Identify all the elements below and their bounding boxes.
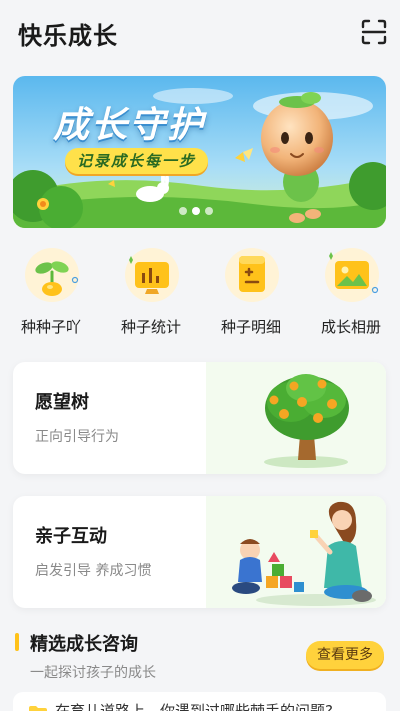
scan-icon: [361, 19, 387, 45]
see-more-button[interactable]: 查看更多: [306, 641, 384, 669]
banner-pagination: [179, 207, 213, 215]
section-title: 精选成长咨询: [30, 634, 138, 655]
banner-title: 成长守护: [53, 105, 206, 146]
consult-item-title: 在育儿道路上，你遇到过哪些棘手的问题?: [55, 702, 333, 711]
wish-tree-card[interactable]: 愿望树 正向引导行为: [13, 362, 386, 474]
section-accent-bar: [15, 633, 19, 651]
card-title: 亲子互动: [35, 526, 107, 547]
stats-icon: [125, 248, 179, 302]
quick-actions: 种种子吖 种子统计 种子明细 成长相册: [0, 244, 400, 344]
page-title: 快乐成长: [18, 22, 118, 50]
section-subtitle: 一起探讨孩子的成长: [30, 665, 156, 681]
app-header: 快乐成长: [0, 0, 400, 66]
pagination-dot[interactable]: [205, 207, 213, 215]
quick-action-growth-album[interactable]: 成长相册: [306, 244, 396, 344]
consult-list-item[interactable]: 在育儿道路上，你遇到过哪些棘手的问题?: [13, 692, 386, 711]
quick-action-plant-seed[interactable]: 种种子吖: [6, 244, 96, 344]
photo-album-icon: [325, 248, 379, 302]
banner-subtitle: 记录成长每一步: [65, 148, 209, 174]
detail-list-icon: [225, 248, 279, 302]
card-subtitle: 正向引导行为: [35, 429, 119, 445]
folder-icon: [29, 706, 47, 711]
quick-action-seed-detail[interactable]: 种子明细: [206, 244, 296, 344]
sprout-icon: [25, 248, 79, 302]
hero-banner[interactable]: 成长守护 记录成长每一步: [13, 76, 386, 228]
orange-tree-illustration: [206, 362, 386, 474]
quick-action-seed-stats[interactable]: 种子统计: [106, 244, 196, 344]
quick-action-label: 种子统计: [120, 318, 181, 336]
parent-child-card[interactable]: 亲子互动 启发引导 养成习惯: [13, 496, 386, 608]
pagination-dot-active[interactable]: [192, 207, 200, 215]
quick-action-label: 成长相册: [320, 318, 381, 336]
mother-child-blocks-illustration: [206, 496, 386, 608]
card-title: 愿望树: [35, 392, 89, 413]
pagination-dot[interactable]: [179, 207, 187, 215]
quick-action-label: 种种子吖: [20, 318, 81, 336]
card-subtitle: 启发引导 养成习惯: [35, 563, 152, 579]
quick-action-label: 种子明细: [220, 318, 281, 336]
scan-button[interactable]: [360, 18, 388, 46]
